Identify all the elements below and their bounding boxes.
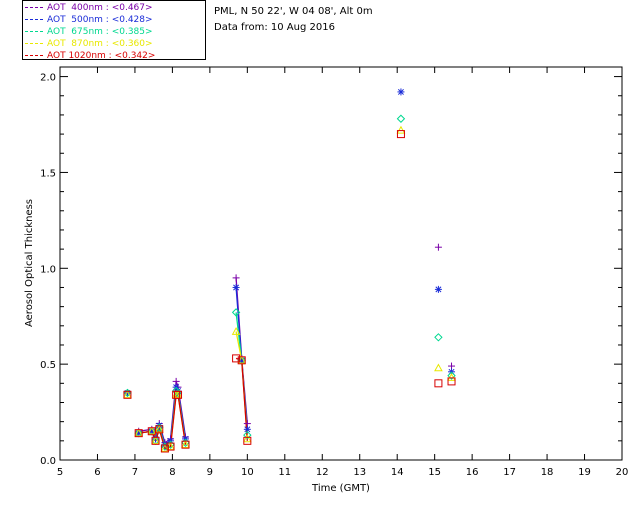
x-tick-label: 14 <box>391 467 404 478</box>
data-point <box>396 125 406 134</box>
series-line <box>138 394 187 450</box>
data-point <box>434 243 442 251</box>
data-point <box>434 363 443 372</box>
x-tick-label: 15 <box>428 467 441 478</box>
y-axis: 0.0 0.5 1.0 1.5 2.0 <box>40 73 622 467</box>
x-tick-label: 9 <box>207 467 213 478</box>
x-tick-label: 6 <box>94 467 100 478</box>
x-tick-label: 5 <box>57 467 63 478</box>
data-point <box>434 333 443 342</box>
x-tick-label: 20 <box>616 467 629 478</box>
x-axis-title: Time (GMT) <box>311 483 370 494</box>
x-tick-label: 7 <box>132 467 138 478</box>
x-tick-label: 8 <box>169 467 175 478</box>
x-axis: 5 6 7 8 9 10 11 12 13 14 15 16 17 18 19 20 <box>57 67 629 478</box>
data-point <box>397 88 405 96</box>
data-point <box>232 283 240 291</box>
x-tick-label: 13 <box>353 467 366 478</box>
x-tick-label: 19 <box>578 467 591 478</box>
aot-chart: 5 6 7 8 9 10 11 12 13 14 15 16 17 18 19 20 0.0 0.5 1.0 1.5… <box>24 66 629 494</box>
y-tick-label: 1.0 <box>40 264 56 275</box>
x-tick-label: 11 <box>278 467 291 478</box>
data-point <box>434 379 443 388</box>
data-point <box>396 114 406 123</box>
y-tick-label: 0.5 <box>40 360 56 371</box>
x-tick-label: 16 <box>466 467 479 478</box>
series-layer <box>123 88 456 453</box>
x-tick-label: 18 <box>541 467 554 478</box>
y-tick-label: 0.0 <box>40 456 56 467</box>
y-tick-label: 1.5 <box>40 168 56 179</box>
data-point <box>434 285 442 293</box>
plot-frame <box>59 66 623 461</box>
x-tick-label: 12 <box>316 467 329 478</box>
x-tick-label: 10 <box>241 467 254 478</box>
y-axis-title: Aerosol Optical Thickness <box>24 199 35 327</box>
data-point <box>232 274 240 282</box>
y-tick-label: 2.0 <box>40 73 56 84</box>
x-tick-label: 17 <box>503 467 516 478</box>
